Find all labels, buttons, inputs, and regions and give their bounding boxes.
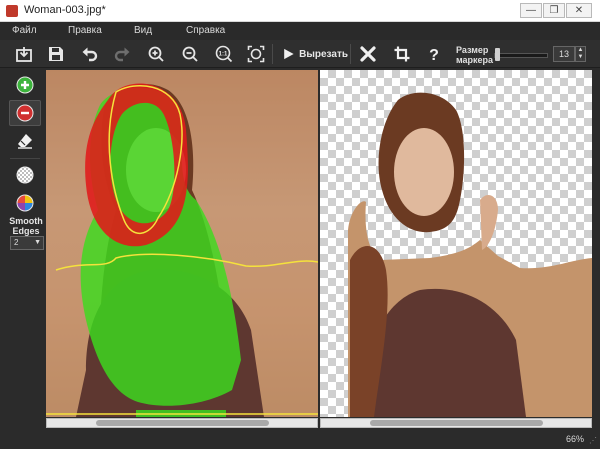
toolbar-separator <box>272 44 273 64</box>
svg-text:?: ? <box>429 47 439 63</box>
zoom-in-button[interactable] <box>144 42 168 66</box>
panel-separator <box>10 158 40 159</box>
marker-size-spinner[interactable]: ▲ ▼ <box>575 46 586 62</box>
cut-icon <box>284 48 294 60</box>
crop-icon <box>394 46 410 62</box>
remove-marker-icon <box>16 104 34 122</box>
help-button[interactable]: ? <box>422 42 446 66</box>
title-bar: Woman-003.jpg* — ❐ ✕ <box>0 0 600 22</box>
transparency-button[interactable] <box>9 162 41 188</box>
zoom-actual-size-button[interactable]: 1:1 <box>212 42 236 66</box>
source-canvas[interactable] <box>46 70 318 417</box>
minimize-button[interactable]: — <box>520 3 542 18</box>
status-bar: 66% ⋰ <box>0 430 600 449</box>
add-marker-icon <box>16 76 34 94</box>
window-title: Woman-003.jpg* <box>24 4 106 16</box>
result-image <box>348 92 592 417</box>
close-button[interactable]: ✕ <box>566 3 592 18</box>
clear-button[interactable] <box>356 42 380 66</box>
remove-marker-button[interactable] <box>9 100 41 126</box>
smooth-edges-label: Smooth Edges <box>9 216 43 236</box>
open-button[interactable] <box>12 42 36 66</box>
source-image <box>46 70 318 417</box>
eraser-button[interactable] <box>9 128 41 154</box>
save-icon <box>49 47 63 61</box>
zoom-actual-label: 1:1 <box>219 52 228 58</box>
app-icon <box>6 5 18 17</box>
menu-file[interactable]: Файл <box>12 25 37 36</box>
add-marker-button[interactable] <box>9 72 41 98</box>
zoom-out-button[interactable] <box>178 42 202 66</box>
menu-edit[interactable]: Правка <box>68 25 102 36</box>
marker-size-label: Размер маркера <box>456 45 494 65</box>
result-scrollbar-thumb[interactable] <box>370 420 543 426</box>
help-icon: ? <box>429 47 439 63</box>
menu-view[interactable]: Вид <box>134 25 152 36</box>
color-background-button[interactable] <box>9 190 41 216</box>
menu-bar: Файл Правка Вид Справка <box>0 22 600 40</box>
source-scrollbar-thumb[interactable] <box>96 420 269 426</box>
result-horizontal-scrollbar[interactable] <box>320 418 592 428</box>
zoom-out-icon <box>182 46 198 62</box>
marker-size-slider-thumb[interactable] <box>495 48 500 61</box>
toolbar-separator <box>350 44 351 64</box>
smooth-edges-value: 2 <box>14 238 19 247</box>
color-background-icon <box>16 194 34 212</box>
marker-size-slider[interactable] <box>494 53 548 58</box>
redo-button[interactable] <box>110 42 134 66</box>
source-horizontal-scrollbar[interactable] <box>46 418 318 428</box>
cut-button[interactable]: Вырезать <box>282 42 348 66</box>
crop-button[interactable] <box>390 42 414 66</box>
chevron-down-icon: ▼ <box>34 239 41 246</box>
result-canvas[interactable] <box>320 70 592 417</box>
undo-icon <box>82 47 98 62</box>
zoom-fit-button[interactable] <box>244 42 268 66</box>
open-icon <box>16 47 32 62</box>
zoom-level: 66% <box>565 434 584 444</box>
marker-size-input[interactable]: 13 <box>553 46 575 62</box>
redo-icon <box>114 47 130 62</box>
cut-label: Вырезать <box>299 48 348 60</box>
maximize-button[interactable]: ❐ <box>543 3 565 18</box>
tool-panel: Smooth Edges 2 ▼ <box>6 70 44 430</box>
marker-size-label-text: Размер маркера <box>456 45 494 65</box>
zoom-in-icon <box>148 46 164 62</box>
toolbar: 1:1 Вырезать ? Размер маркера 13 ▲ ▼ <box>0 40 600 68</box>
resize-grip-icon[interactable]: ⋰ <box>589 436 597 445</box>
menu-help[interactable]: Справка <box>186 25 225 36</box>
eraser-icon <box>18 134 32 149</box>
zoom-actual-size-icon: 1:1 <box>215 45 233 63</box>
undo-button[interactable] <box>78 42 102 66</box>
clear-icon <box>360 46 376 62</box>
save-button[interactable] <box>44 42 68 66</box>
smooth-edges-select[interactable]: 2 ▼ <box>10 236 44 250</box>
transparency-icon <box>16 166 34 184</box>
zoom-fit-icon <box>247 45 265 63</box>
